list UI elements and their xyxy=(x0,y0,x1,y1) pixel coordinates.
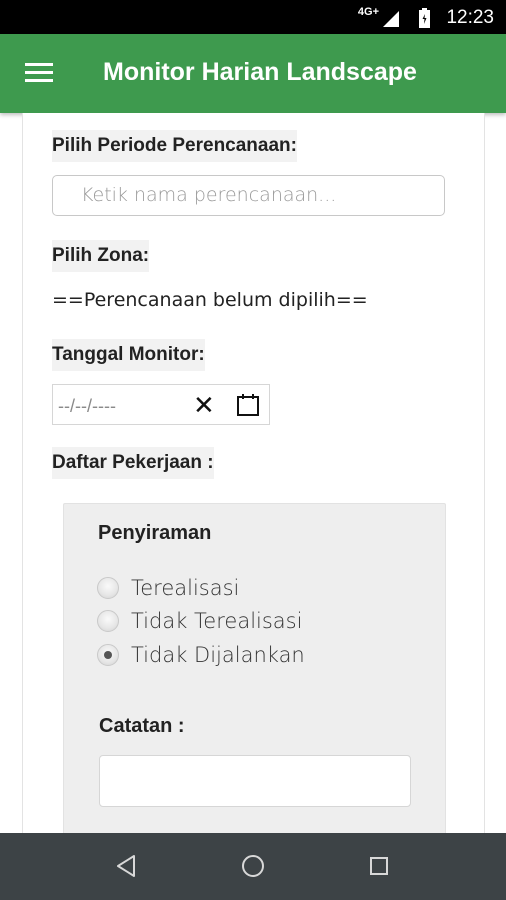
radio-tidak-terealisasi[interactable]: Tidak Terealisasi xyxy=(97,607,302,635)
radio-terealisasi[interactable]: Terealisasi xyxy=(97,574,239,602)
daftar-label: Daftar Pekerjaan : xyxy=(52,447,214,479)
zona-status-text: ==Perencanaan belum dipilih== xyxy=(52,289,368,311)
signal-icon xyxy=(383,11,399,27)
radio-button[interactable] xyxy=(97,577,119,599)
periode-search-input[interactable]: Ketik nama perencanaan... xyxy=(52,175,445,216)
navigation-bar xyxy=(0,833,506,900)
clear-icon[interactable]: ✕ xyxy=(193,392,215,418)
back-icon[interactable] xyxy=(114,853,140,879)
task-name: Penyiraman xyxy=(98,522,212,544)
tanggal-label: Tanggal Monitor: xyxy=(52,339,205,371)
radio-label: Terealisasi xyxy=(131,576,240,600)
form-container: Pilih Periode Perencanaan: Ketik nama pe… xyxy=(22,113,485,833)
hamburger-menu-icon[interactable] xyxy=(25,63,53,83)
network-type: 4G+ xyxy=(357,6,379,18)
radio-tidak-dijalankan[interactable]: Tidak Dijalankan xyxy=(97,641,305,669)
app-title: Monitor Harian Landscape xyxy=(103,58,417,86)
clock: 12:23 xyxy=(446,7,494,28)
radio-button-selected[interactable] xyxy=(97,644,119,666)
periode-label: Pilih Periode Perencanaan: xyxy=(52,130,297,162)
task-card: Penyiraman Terealisasi Tidak Terealisasi… xyxy=(63,503,446,833)
calendar-icon[interactable] xyxy=(236,393,260,417)
status-bar: 4G+ 12:23 xyxy=(0,0,506,34)
battery-icon xyxy=(419,8,430,28)
zona-label: Pilih Zona: xyxy=(52,240,150,272)
home-icon[interactable] xyxy=(240,853,266,879)
tanggal-date-input[interactable]: --/--/---- ✕ xyxy=(52,384,270,425)
catatan-input[interactable] xyxy=(99,755,411,807)
radio-label: Tidak Dijalankan xyxy=(131,643,305,667)
app-bar: Monitor Harian Landscape xyxy=(0,34,506,113)
radio-label: Tidak Terealisasi xyxy=(131,609,303,633)
catatan-label: Catatan : xyxy=(99,715,185,737)
date-value: --/--/---- xyxy=(58,396,116,416)
radio-button[interactable] xyxy=(97,610,119,632)
recents-icon[interactable] xyxy=(366,853,392,879)
